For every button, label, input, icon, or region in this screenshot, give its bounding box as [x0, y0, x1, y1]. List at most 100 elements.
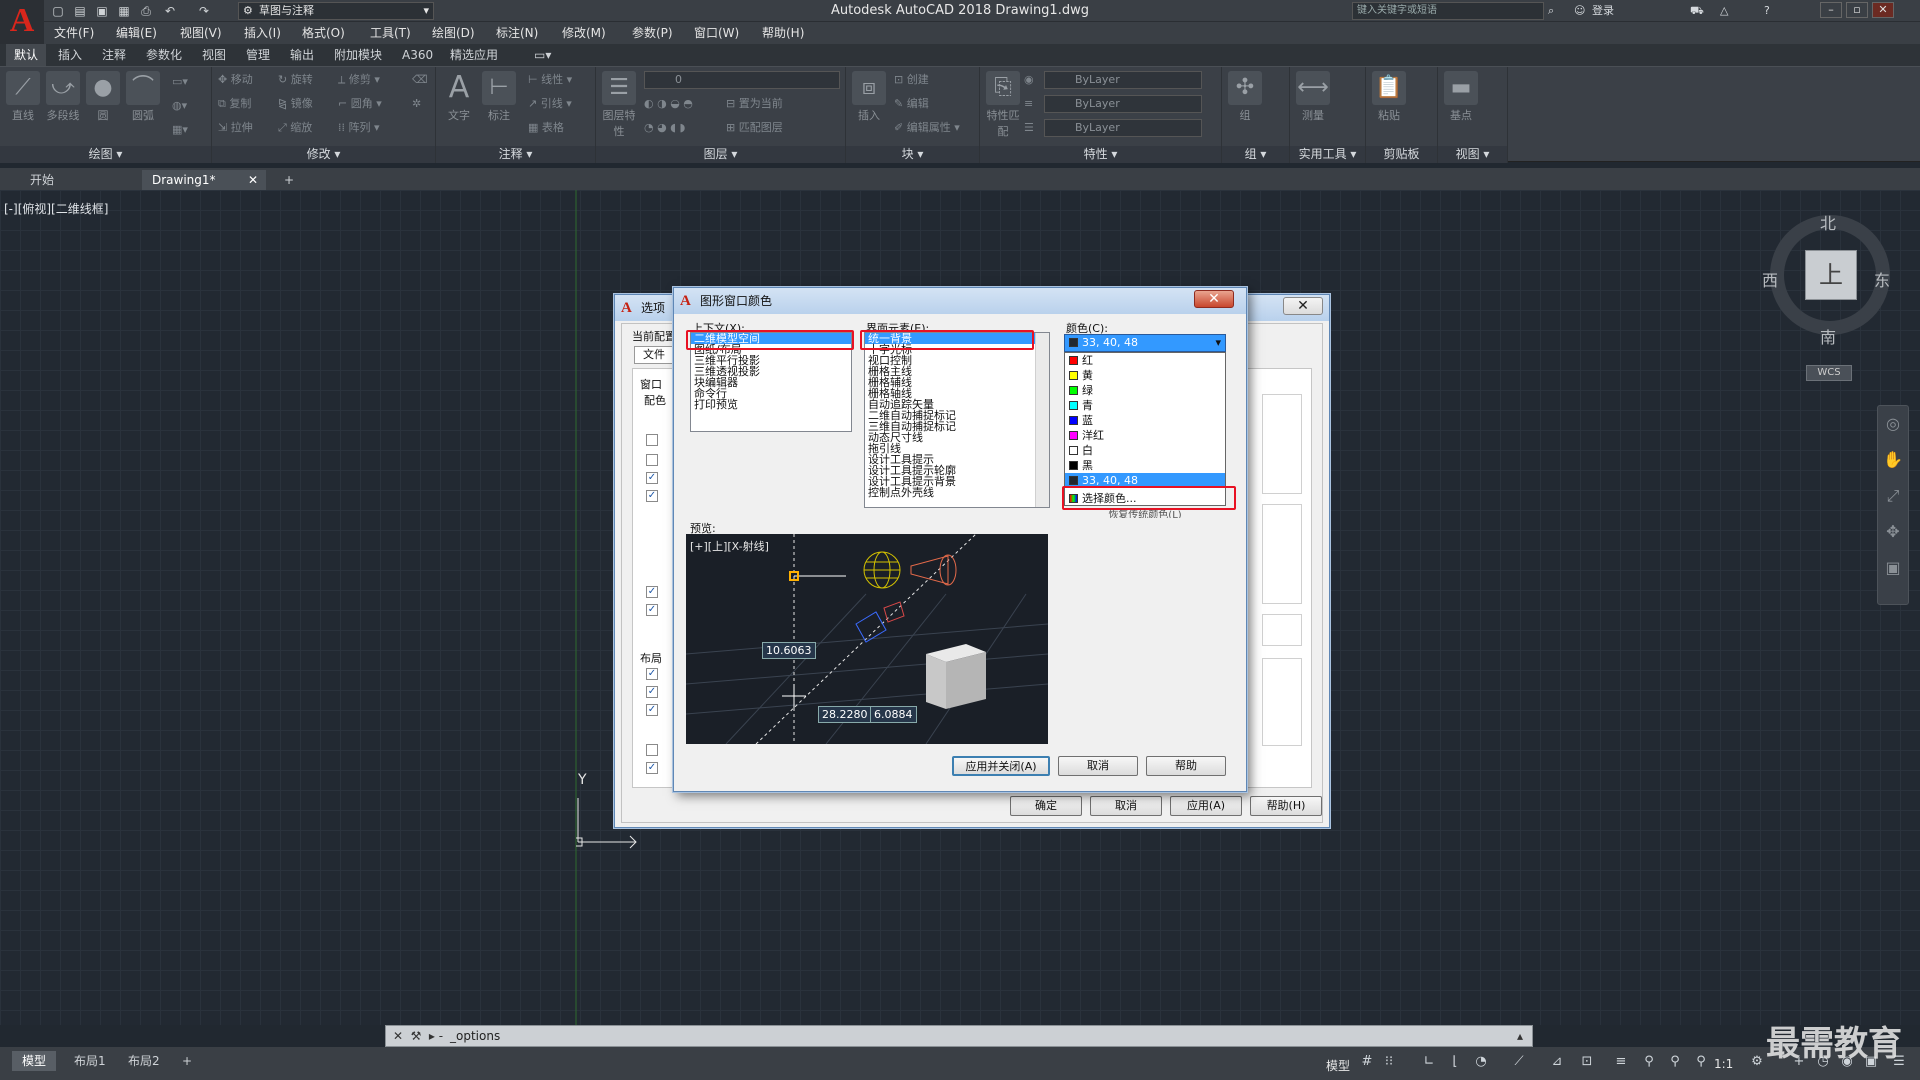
- color-wheel-icon[interactable]: ◉: [1024, 71, 1034, 89]
- option-checkbox[interactable]: [646, 434, 658, 446]
- a360-icon[interactable]: △: [1720, 2, 1728, 20]
- match-layer-tool[interactable]: ⊞ 匹配图层: [726, 119, 783, 137]
- infer-icon[interactable]: ⌊: [1446, 1053, 1464, 1071]
- panel-properties-title[interactable]: 特性 ▾: [980, 146, 1221, 163]
- panel-group-title[interactable]: 组 ▾: [1222, 146, 1289, 163]
- linear-tool[interactable]: ⊢ 线性 ▾: [528, 71, 572, 89]
- option-checkbox[interactable]: ✓: [646, 704, 658, 716]
- compass-south[interactable]: 南: [1820, 324, 1836, 348]
- undo-icon[interactable]: ↶: [162, 3, 178, 19]
- options-close-button[interactable]: ✕: [1283, 297, 1323, 315]
- line-tool[interactable]: ⟋ 直线: [4, 71, 42, 129]
- panel-view-title[interactable]: 视图 ▾: [1438, 146, 1507, 163]
- options-help-button[interactable]: 帮助(H): [1250, 796, 1322, 816]
- option-checkbox[interactable]: [646, 744, 658, 756]
- menu-format[interactable]: 格式(O): [302, 22, 345, 44]
- option-checkbox[interactable]: ✓: [646, 668, 658, 680]
- compass-north[interactable]: 北: [1820, 210, 1836, 234]
- menu-parametric[interactable]: 参数(P): [632, 22, 673, 44]
- dynamic-ucs-icon[interactable]: ⊡: [1578, 1053, 1596, 1071]
- layer-properties-tool[interactable]: ☰ 图层特性: [600, 71, 638, 138]
- workspace-selector[interactable]: ⚙ 草图与注释 ▾: [238, 2, 434, 20]
- group-tool[interactable]: ✣ 组: [1226, 71, 1264, 129]
- menu-insert[interactable]: 插入(I): [244, 22, 281, 44]
- close-icon[interactable]: ✕: [248, 170, 258, 190]
- options-apply-button[interactable]: 应用(A): [1170, 796, 1242, 816]
- tab-layout2[interactable]: 布局2: [118, 1051, 170, 1071]
- ribbon-toggle-icon[interactable]: ▭▾: [526, 44, 559, 66]
- option-checkbox[interactable]: ✓: [646, 490, 658, 502]
- new-file-icon[interactable]: ▢: [50, 3, 66, 19]
- measure-tool[interactable]: ⟷ 测量: [1294, 71, 1332, 129]
- element-list-scrollbar[interactable]: [1035, 333, 1049, 507]
- menu-file[interactable]: 文件(F): [54, 22, 94, 44]
- leader-tool[interactable]: ↗ 引线 ▾: [528, 95, 572, 113]
- color-option[interactable]: 蓝: [1065, 413, 1225, 428]
- color-options-list[interactable]: 红黄绿青蓝洋红白黑 33, 40, 48 选择颜色...: [1064, 352, 1226, 506]
- color-dropdown[interactable]: ByLayer: [1044, 71, 1202, 89]
- binoculars-icon[interactable]: ⌕: [1548, 2, 1554, 20]
- color-cancel-button[interactable]: 取消: [1058, 756, 1138, 776]
- chevron-up-icon[interactable]: ▴: [1512, 1028, 1528, 1044]
- paste-tool[interactable]: 📋 粘贴: [1370, 71, 1408, 129]
- match-properties-tool[interactable]: ⎘ 特性匹配: [984, 71, 1022, 138]
- layer-tools-icons[interactable]: ◔ ◕ ◖ ◗: [644, 119, 685, 137]
- tab-parametric[interactable]: 参数化: [138, 44, 190, 66]
- print-icon[interactable]: ⎙: [138, 3, 154, 19]
- panel-modify-title[interactable]: 修改 ▾: [212, 146, 435, 163]
- color-option[interactable]: 红: [1065, 353, 1225, 368]
- scale-tool[interactable]: ⤢ 缩放: [278, 119, 312, 137]
- tab-addins[interactable]: 附加模块: [326, 44, 390, 66]
- erase-icon[interactable]: ⌫: [412, 71, 428, 89]
- zoom-icon[interactable]: ⤢: [1878, 478, 1908, 514]
- tab-output[interactable]: 输出: [282, 44, 322, 66]
- close-icon[interactable]: ✕: [390, 1028, 406, 1044]
- orbit-icon[interactable]: ✥: [1878, 514, 1908, 550]
- grid-icon[interactable]: #: [1358, 1053, 1376, 1071]
- redo-icon[interactable]: ↷: [196, 3, 212, 19]
- hatch-icon[interactable]: ◍▾: [172, 97, 187, 115]
- viewport-controls[interactable]: [-][俯视][二维线框]: [4, 200, 108, 217]
- tab-view[interactable]: 视图: [194, 44, 234, 66]
- annotation-scale-icon[interactable]: ⚲: [1692, 1053, 1710, 1071]
- option-checkbox[interactable]: ✓: [646, 686, 658, 698]
- maximize-button[interactable]: ▫: [1846, 2, 1868, 18]
- help-icon[interactable]: ?: [1764, 2, 1770, 20]
- color-help-button[interactable]: 帮助: [1146, 756, 1226, 776]
- tab-insert[interactable]: 插入: [50, 44, 90, 66]
- mirror-tool[interactable]: ⧎ 镜像: [278, 95, 313, 113]
- insert-block-tool[interactable]: ⧈ 插入: [850, 71, 888, 129]
- option-checkbox[interactable]: ✓: [646, 604, 658, 616]
- table-tool[interactable]: ▦ 表格: [528, 119, 564, 137]
- rectangle-icon[interactable]: ▭▾: [172, 73, 188, 91]
- tab-files[interactable]: 文件: [634, 346, 674, 364]
- object-snap-icon[interactable]: ⟋: [1510, 1053, 1528, 1071]
- menu-edit[interactable]: 编辑(E): [116, 22, 157, 44]
- viewcube-top-face[interactable]: 上: [1805, 250, 1857, 300]
- interface-element-list[interactable]: 统一背景 十字光标 视口控制 栅格主线 栅格辅线 栅格轴线 自动追踪矢量 二维自动捕捉标记 三维…: [864, 332, 1050, 508]
- tab-annotate[interactable]: 注释: [94, 44, 134, 66]
- search-input[interactable]: 键入关键字或短语: [1352, 2, 1544, 20]
- minimize-button[interactable]: –: [1820, 2, 1842, 18]
- tab-featured-apps[interactable]: 精选应用: [442, 44, 506, 66]
- command-input[interactable]: _options: [450, 1028, 500, 1044]
- menu-view[interactable]: 视图(V): [180, 22, 222, 44]
- layer-dropdown[interactable]: 0: [644, 71, 840, 89]
- tab-default[interactable]: 默认: [6, 44, 47, 66]
- panel-utilities-title[interactable]: 实用工具 ▾: [1290, 146, 1365, 163]
- color-option[interactable]: 黄: [1065, 368, 1225, 383]
- linetype-icon[interactable]: ☰: [1024, 119, 1034, 137]
- array-tool[interactable]: ⁞⁞ 阵列 ▾: [338, 119, 380, 137]
- copy-tool[interactable]: ⧉ 复制: [218, 95, 251, 113]
- lineweight-toggle-icon[interactable]: ≡: [1612, 1053, 1630, 1071]
- close-window-button[interactable]: ✕: [1872, 2, 1894, 18]
- layer-state-icons[interactable]: ◐ ◑ ◒ ◓: [644, 95, 693, 113]
- color-dialog-close-button[interactable]: ✕: [1194, 290, 1234, 308]
- trim-tool[interactable]: ⟂ 修剪 ▾: [338, 71, 380, 89]
- option-checkbox[interactable]: [646, 454, 658, 466]
- panel-clipboard-title[interactable]: 剪贴板: [1366, 146, 1437, 163]
- circle-tool[interactable]: ● 圆: [84, 71, 122, 129]
- tab-manage[interactable]: 管理: [238, 44, 278, 66]
- gradient-icon[interactable]: ▦▾: [172, 121, 188, 139]
- color-option[interactable]: 黑: [1065, 458, 1225, 473]
